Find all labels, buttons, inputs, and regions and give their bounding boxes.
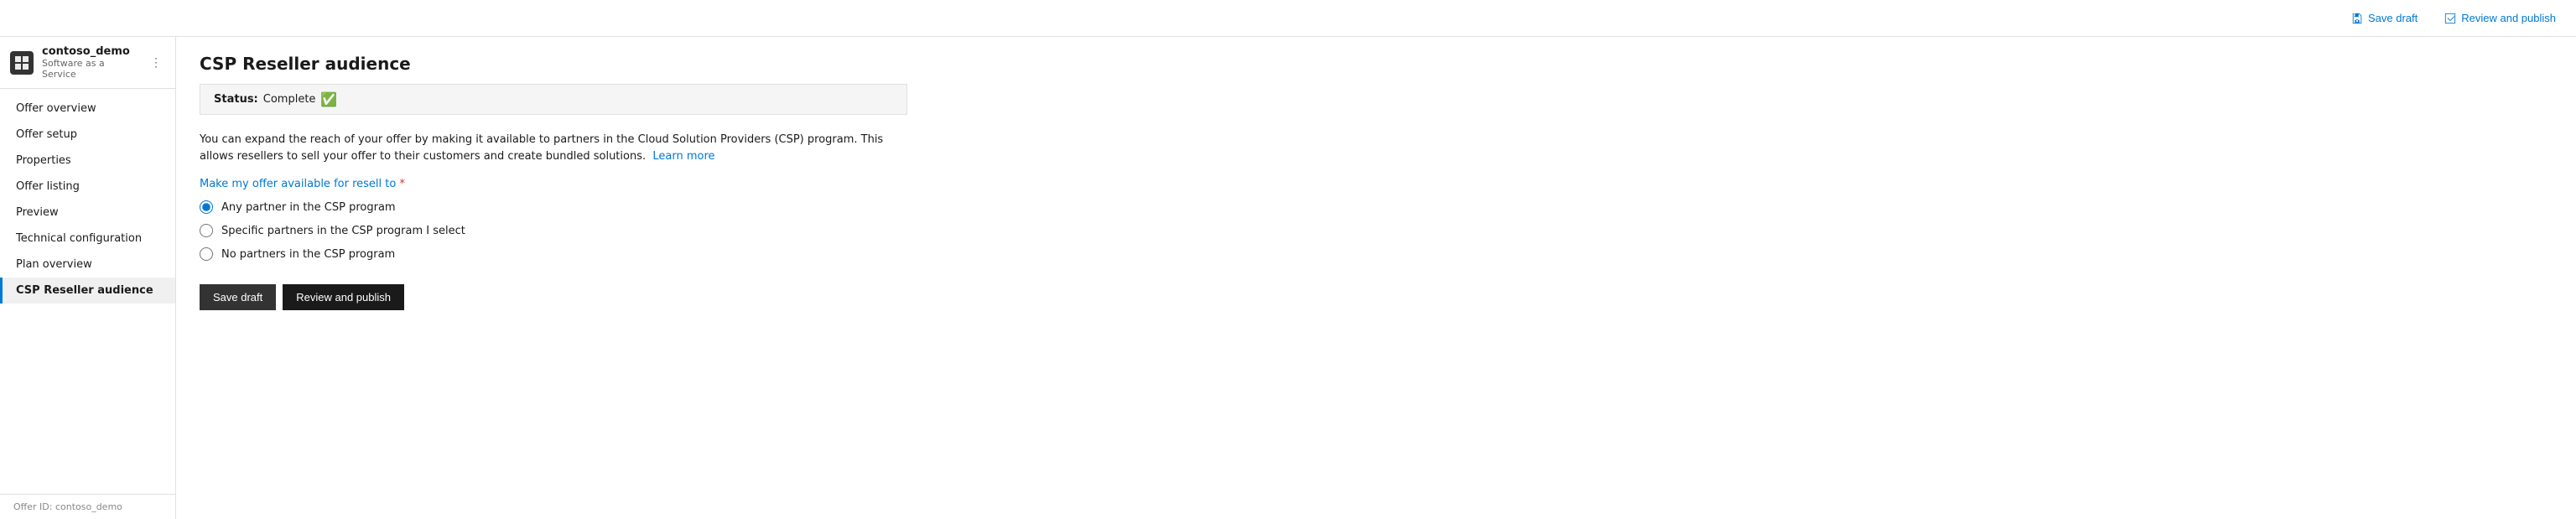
sidebar-collapse-button[interactable]: ⋮ bbox=[147, 52, 165, 73]
technical-configuration-label: Technical configuration bbox=[16, 232, 142, 245]
content-area: CSP Reseller audience Status: Complete ✅… bbox=[176, 37, 2576, 519]
sidebar-item-plan-overview[interactable]: Plan overview bbox=[0, 252, 175, 278]
required-indicator: * bbox=[399, 178, 405, 190]
learn-more-link[interactable]: Learn more bbox=[652, 150, 714, 163]
radio-no-partners-input[interactable] bbox=[200, 247, 213, 261]
sidebar: contoso_demo Software as a Service ⋮ Off… bbox=[0, 37, 176, 519]
top-review-publish-button[interactable]: Review and publish bbox=[2438, 7, 2563, 29]
top-save-draft-label: Save draft bbox=[2368, 12, 2418, 24]
logo-icon bbox=[14, 55, 29, 70]
top-save-draft-button[interactable]: Save draft bbox=[2345, 7, 2424, 29]
offer-setup-label: Offer setup bbox=[16, 128, 77, 141]
org-subtitle: Software as a Service bbox=[42, 58, 138, 80]
offer-listing-label: Offer listing bbox=[16, 180, 80, 193]
app-logo bbox=[10, 51, 34, 75]
offer-id: Offer ID: contoso_demo bbox=[0, 494, 175, 519]
sidebar-nav: Offer overview Offer setup Properties Of… bbox=[0, 89, 175, 494]
status-label: Status: bbox=[214, 93, 258, 106]
review-publish-button[interactable]: Review and publish bbox=[283, 284, 404, 310]
status-complete-icon: ✅ bbox=[320, 91, 337, 107]
status-bar: Status: Complete ✅ bbox=[200, 84, 907, 115]
radio-group: Any partner in the CSP program Specific … bbox=[200, 200, 907, 261]
radio-item-no-partners[interactable]: No partners in the CSP program bbox=[200, 247, 907, 261]
content-inner: CSP Reseller audience Status: Complete ✅… bbox=[176, 37, 931, 327]
main-area: contoso_demo Software as a Service ⋮ Off… bbox=[0, 37, 2576, 519]
sidebar-item-offer-setup[interactable]: Offer setup bbox=[0, 122, 175, 148]
radio-any-partner-input[interactable] bbox=[200, 200, 213, 214]
review-publish-icon bbox=[2444, 13, 2456, 24]
offer-overview-label: Offer overview bbox=[16, 102, 96, 115]
radio-section-label: Make my offer available for resell to * bbox=[200, 178, 907, 190]
sidebar-header: contoso_demo Software as a Service ⋮ bbox=[0, 37, 175, 89]
radio-item-specific-partners[interactable]: Specific partners in the CSP program I s… bbox=[200, 224, 907, 237]
properties-label: Properties bbox=[16, 154, 71, 167]
sidebar-item-offer-overview[interactable]: Offer overview bbox=[0, 96, 175, 122]
radio-specific-partners-input[interactable] bbox=[200, 224, 213, 237]
radio-no-partners-label: No partners in the CSP program bbox=[221, 248, 395, 261]
sidebar-item-properties[interactable]: Properties bbox=[0, 148, 175, 174]
radio-any-partner-label: Any partner in the CSP program bbox=[221, 201, 396, 214]
page-title: CSP Reseller audience bbox=[200, 54, 907, 74]
top-bar: Save draft Review and publish bbox=[0, 0, 2576, 37]
csp-reseller-audience-label: CSP Reseller audience bbox=[16, 284, 153, 297]
action-buttons: Save draft Review and publish bbox=[200, 284, 907, 310]
description-content: You can expand the reach of your offer b… bbox=[200, 133, 883, 163]
sidebar-item-preview[interactable]: Preview bbox=[0, 200, 175, 226]
app-shell: Save draft Review and publish bbox=[0, 0, 2576, 519]
radio-item-any-partner[interactable]: Any partner in the CSP program bbox=[200, 200, 907, 214]
save-draft-button[interactable]: Save draft bbox=[200, 284, 276, 310]
top-bar-actions: Save draft Review and publish bbox=[2345, 7, 2563, 29]
top-review-publish-label: Review and publish bbox=[2461, 12, 2556, 24]
status-value: Complete bbox=[263, 93, 316, 106]
org-name: contoso_demo bbox=[42, 45, 138, 58]
preview-label: Preview bbox=[16, 206, 59, 219]
save-draft-icon bbox=[2351, 13, 2363, 24]
sidebar-item-offer-listing[interactable]: Offer listing bbox=[0, 174, 175, 200]
radio-specific-partners-label: Specific partners in the CSP program I s… bbox=[221, 225, 465, 237]
sidebar-item-csp-reseller-audience[interactable]: CSP Reseller audience bbox=[0, 278, 175, 304]
sidebar-org-info: contoso_demo Software as a Service bbox=[42, 45, 138, 80]
plan-overview-label: Plan overview bbox=[16, 258, 92, 271]
description-text: You can expand the reach of your offer b… bbox=[200, 132, 907, 164]
sidebar-item-technical-configuration[interactable]: Technical configuration bbox=[0, 226, 175, 252]
